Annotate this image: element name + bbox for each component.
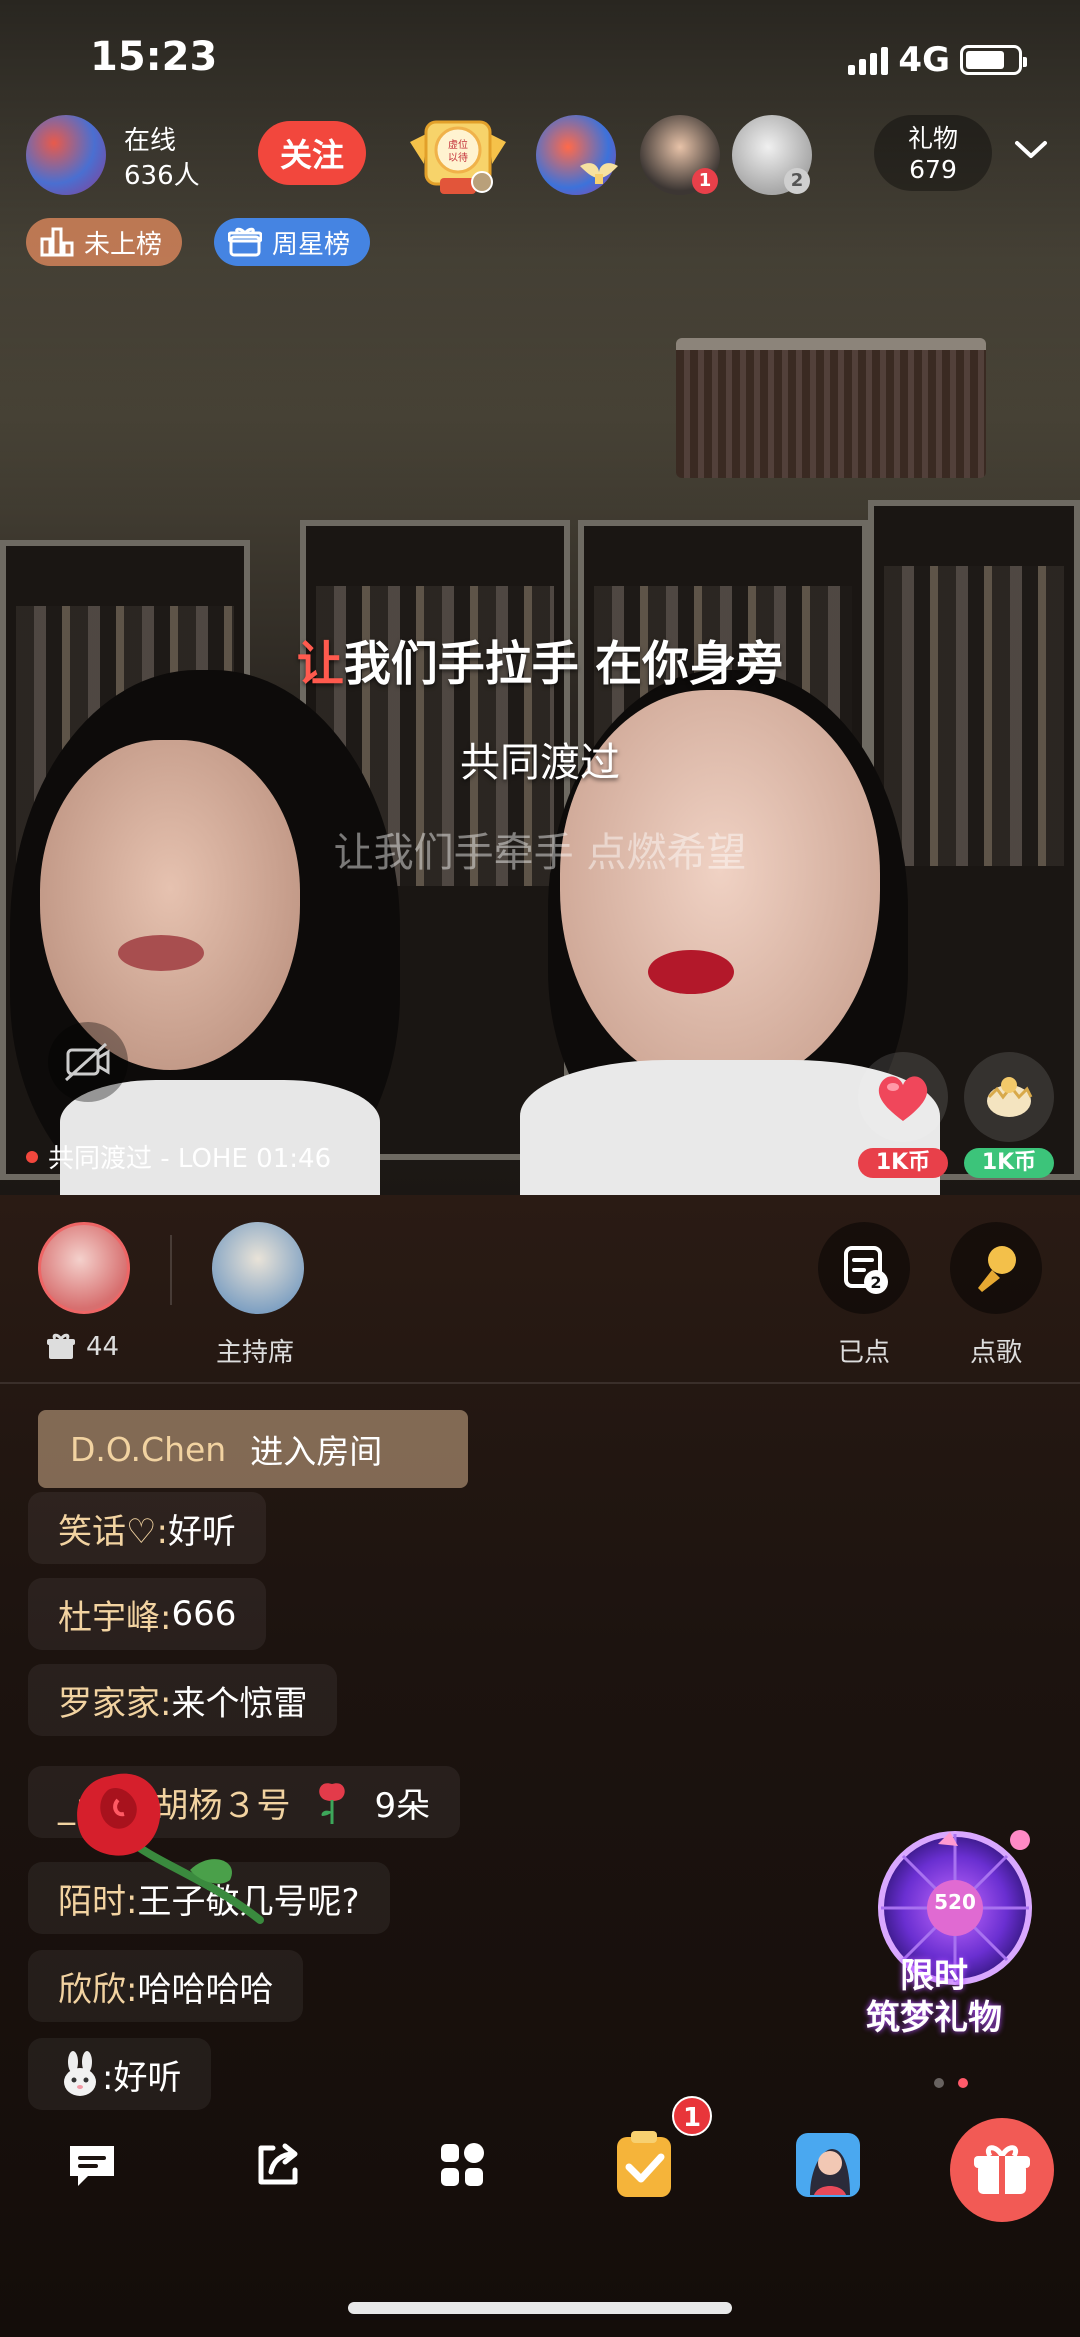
chevron-down-icon[interactable] [1014, 140, 1048, 160]
chat-message[interactable]: 欣欣: 哈哈哈哈 [28, 1950, 304, 2022]
chat-button[interactable] [52, 2125, 132, 2205]
enter-text: 进入房间 [250, 1432, 383, 1471]
chat-message[interactable]: 笑话♡: 好听 [28, 1492, 266, 1564]
promo-line2: 筑梦礼物 [866, 1998, 1002, 2038]
queued-label: 已点 [838, 1338, 891, 1368]
live-dot-icon [26, 1150, 38, 1163]
queued-songs-button[interactable]: 2 [818, 1222, 910, 1314]
profile-card-button[interactable] [788, 2125, 868, 2205]
lyric-current: 让我们手拉手 在你身旁 [296, 637, 784, 692]
chat-username[interactable]: 杜宇峰: [58, 1590, 171, 1639]
quick-gift-heart[interactable]: 1K币 [858, 1052, 948, 1178]
network-type: 4G [898, 40, 950, 80]
singer-left-face [40, 740, 300, 1070]
enter-username[interactable]: D.O.Chen [70, 1430, 226, 1469]
storage-basket [676, 338, 986, 478]
rose-icon [319, 1783, 346, 1824]
chat-text: 哈哈哈哈 [137, 1969, 274, 2010]
tasks-button[interactable] [604, 2125, 684, 2205]
queued-count: 2 [870, 1273, 881, 1292]
rank-tag-label: 未上榜 [84, 229, 163, 260]
chat-text: 来个惊雷 [171, 1683, 308, 1724]
tasks-badge: 1 [672, 2096, 712, 2136]
rank-badge-icon[interactable]: 虚位 以待 [404, 112, 512, 200]
rank-tag[interactable]: 未上榜 [26, 218, 183, 266]
lyric-next: 共同渡过 [460, 740, 620, 786]
status-time: 15:23 [90, 34, 218, 80]
chat-message[interactable]: 杜宇峰: 666 [28, 1578, 267, 1650]
weekly-star-tag[interactable]: 周星榜 [214, 218, 371, 266]
egg-gift-icon [987, 1077, 1033, 1117]
camera-off-icon [64, 1042, 110, 1082]
chat-message[interactable]: 罗家家: 来个惊雷 [28, 1664, 338, 1736]
wing-icon [580, 163, 618, 184]
online-count[interactable]: 636人 [124, 155, 200, 192]
promo-page-indicator [934, 2078, 968, 2088]
fan-rank-badge: 1 [692, 168, 718, 194]
chat-text: :好听 [102, 2057, 182, 2098]
rose-gift-animation-icon [77, 1773, 264, 1924]
chat-message[interactable]: :好听 [28, 2038, 212, 2110]
follow-button[interactable]: 关注 [258, 121, 366, 185]
heart-gift-icon [878, 1076, 928, 1121]
chat-username[interactable]: 笑话♡: [58, 1504, 168, 1553]
weekly-star-label: 周星榜 [272, 229, 351, 260]
home-indicator[interactable] [348, 2302, 732, 2314]
quick-gift-egg[interactable]: 1K币 [964, 1052, 1054, 1178]
seat-gift-count: 44 [46, 1332, 119, 1362]
gift-total-button[interactable]: 礼物 679 [874, 115, 992, 191]
microphone-icon [978, 1246, 1016, 1292]
svg-text:以待: 以待 [448, 151, 468, 164]
signal-icon [848, 45, 889, 75]
checklist-icon [617, 2131, 671, 2197]
singer-right-mouth [648, 950, 734, 994]
chat-username[interactable]: 罗家家: [58, 1676, 171, 1725]
send-gift-button[interactable] [950, 2118, 1054, 2222]
room-avatar[interactable] [26, 115, 106, 195]
seat-divider [170, 1235, 172, 1305]
fan-rank-badge: 2 [784, 168, 810, 194]
chat-text: 666 [171, 1594, 237, 1634]
gift-box-icon [228, 227, 262, 257]
camera-off-button[interactable] [48, 1022, 128, 1102]
quick-gift-price: 1K币 [964, 1148, 1054, 1178]
bar-chart-icon [40, 227, 74, 257]
gift-box-icon [974, 2145, 1030, 2194]
gift-total-label: 礼物 [907, 124, 958, 153]
status-indicators: 4G [848, 40, 1027, 80]
singer-left-mouth [118, 935, 204, 971]
request-song-label: 点歌 [970, 1338, 1023, 1368]
request-song-button[interactable] [950, 1222, 1042, 1314]
song-list-icon: 2 [844, 1246, 888, 1294]
panel-divider [0, 1382, 1080, 1384]
now-playing-text: 共同渡过 - LOHE 01:46 [48, 1144, 332, 1174]
host-seat-label: 主持席 [216, 1338, 295, 1368]
battery-icon [960, 45, 1027, 75]
chat-bubble-icon [70, 2146, 114, 2186]
wheel-number: 520 [934, 1890, 976, 1914]
chat-text: 9朵 [374, 1785, 431, 1826]
svg-text:虚位: 虚位 [448, 138, 468, 151]
share-icon [258, 2143, 298, 2185]
host-seat-avatar[interactable] [212, 1222, 304, 1314]
dream-gift-promo[interactable]: 520 限时 筑梦礼物 [860, 1822, 1050, 2042]
chat-username[interactable]: 欣欣: [58, 1962, 137, 2011]
grid-icon [441, 2143, 484, 2186]
avatar-card-icon [796, 2133, 860, 2197]
rabbit-icon [64, 2051, 96, 2096]
gift-total-count: 679 [909, 155, 957, 184]
quick-gift-price: 1K币 [858, 1148, 948, 1178]
chat-text: 好听 [167, 1511, 236, 1552]
more-apps-button[interactable] [422, 2125, 502, 2205]
share-button[interactable] [238, 2125, 318, 2205]
enter-room-message: D.O.Chen 进入房间 [38, 1410, 468, 1488]
lyric-faded: 让我们手牵手 点燃希望 [333, 830, 747, 876]
online-label[interactable]: 在线 [124, 120, 176, 157]
now-playing: 共同渡过 - LOHE 01:46 [26, 1138, 331, 1175]
mic-seat-avatar[interactable] [38, 1222, 130, 1314]
gift-icon [47, 1333, 75, 1359]
